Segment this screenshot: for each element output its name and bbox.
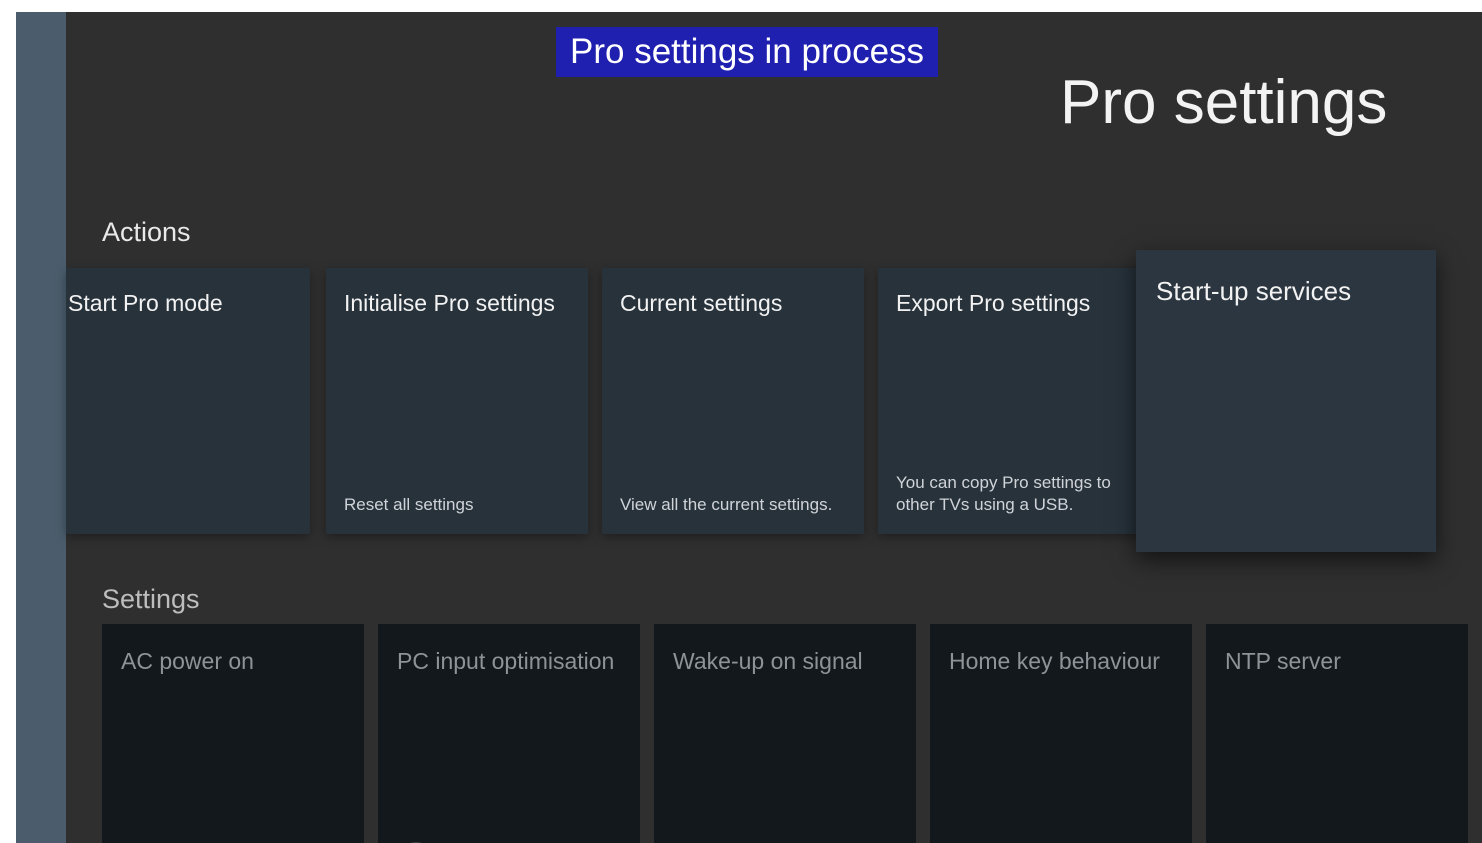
tv-screen: Pro settings in process Pro settings Act… [16,12,1482,843]
start-up-services-card[interactable]: Start-up services [1136,250,1436,552]
home-key-behaviour-card[interactable]: Home key behaviour [930,624,1192,843]
page-title: Pro settings [1060,68,1388,137]
card-title: AC power on [121,648,254,674]
card-title: Current settings [620,290,783,316]
card-description: You can copy Pro settings to other TVs u… [896,473,1111,514]
card-title: Export Pro settings [896,290,1091,316]
ac-power-on-card[interactable]: AC power on [102,624,364,843]
initialise-pro-settings-card[interactable]: Initialise Pro settings Reset all settin… [326,268,588,534]
status-banner: Pro settings in process [556,27,939,77]
card-title: Home key behaviour [949,648,1160,674]
ntp-server-card[interactable]: NTP server [1206,624,1468,843]
pc-input-optimisation-card[interactable]: PC input optimisation [378,624,640,843]
card-title: PC input optimisation [397,648,615,674]
export-pro-settings-card[interactable]: Export Pro settings You can copy Pro set… [878,268,1140,534]
card-title: Start Pro mode [68,290,223,316]
card-title: Start-up services [1156,276,1352,306]
settings-heading: Settings [102,584,200,614]
current-settings-card[interactable]: Current settings View all the current se… [602,268,864,534]
start-pro-mode-card[interactable]: Start Pro mode [66,268,310,534]
card-description: View all the current settings. [620,495,833,514]
card-title: NTP server [1225,648,1341,674]
card-description: Reset all settings [344,495,474,514]
actions-heading: Actions [102,217,191,247]
wake-up-on-signal-card[interactable]: Wake-up on signal [654,624,916,843]
card-title: Wake-up on signal [673,648,863,674]
left-rail [16,12,66,843]
card-title: Initialise Pro settings [344,290,555,316]
